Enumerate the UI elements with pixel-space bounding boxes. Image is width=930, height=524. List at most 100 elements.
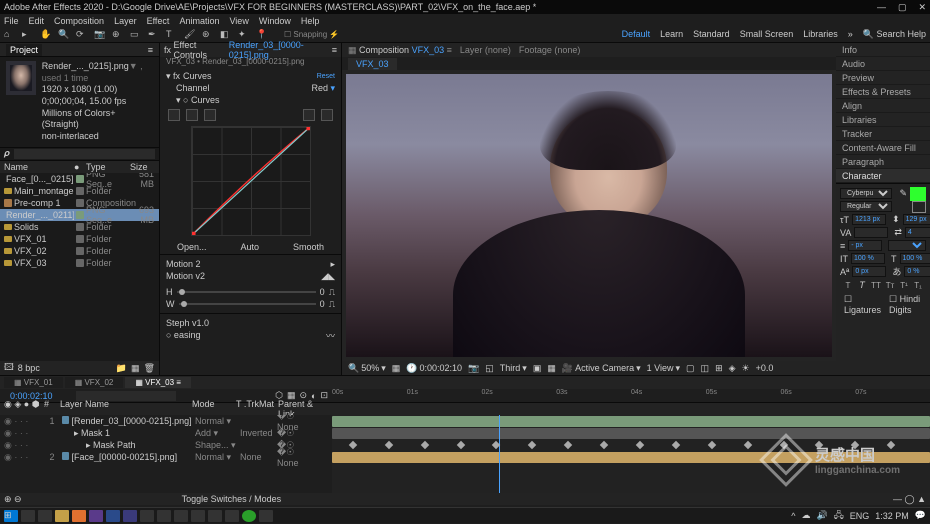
hscale-input[interactable]	[900, 253, 930, 264]
curves-mode1-icon[interactable]	[168, 109, 180, 121]
views-dropdown[interactable]: 1 View ▾	[647, 363, 680, 374]
comp-name-tab[interactable]: VFX_03	[348, 58, 397, 70]
h-slider[interactable]	[177, 291, 316, 293]
steph-effect[interactable]: Steph v1.0	[166, 318, 209, 328]
app4-icon[interactable]	[140, 510, 154, 522]
workspace-more-icon[interactable]: »	[848, 29, 853, 40]
hindi-check[interactable]: ☐ Hindi Digits	[889, 294, 922, 315]
stamp-tool-icon[interactable]: ⊛	[202, 29, 214, 41]
panel-align[interactable]: Align	[836, 99, 930, 113]
keyframe[interactable]	[815, 441, 823, 449]
new-folder-icon[interactable]: 📁	[116, 363, 127, 374]
time-display[interactable]: 🕐 0:00:02:10	[406, 363, 462, 374]
tray-cloud-icon[interactable]: ☁	[801, 510, 810, 521]
curves-pencil-icon[interactable]	[303, 109, 315, 121]
project-item[interactable]: Face_[0..._0215].pngPNG Seq..e581 MB	[0, 173, 159, 185]
kerning-input[interactable]	[854, 227, 888, 238]
panel-preview[interactable]: Preview	[836, 71, 930, 85]
curves-mode3-icon[interactable]	[204, 109, 216, 121]
bold-icon[interactable]: T	[843, 280, 853, 290]
workspace-default[interactable]: Default	[622, 29, 651, 40]
stroke-style[interactable]	[888, 240, 926, 251]
tray-notif-icon[interactable]: 💬	[915, 510, 926, 521]
motion2-menu-icon[interactable]: ▸	[330, 259, 335, 270]
layer-tab[interactable]: Layer (none)	[460, 45, 511, 55]
tl-nav-icon[interactable]: — ◯ ▲	[893, 494, 926, 505]
playhead[interactable]	[499, 415, 500, 493]
timeline-layer[interactable]: ◉ · · ·1 [Render_03_[0000-0215].png]Norm…	[0, 415, 332, 427]
app1-icon[interactable]	[72, 510, 86, 522]
super-icon[interactable]: T¹	[899, 280, 909, 290]
channel-dropdown[interactable]: Red ▾	[311, 83, 335, 94]
sub-icon[interactable]: T₁	[913, 280, 923, 290]
menu-layer[interactable]: Layer	[114, 16, 137, 26]
panel-audio[interactable]: Audio	[836, 57, 930, 71]
timeline-tab[interactable]: ▦ VFX_01	[4, 377, 63, 388]
tray-time[interactable]: 1:32 PM	[875, 511, 909, 521]
timeline-tab[interactable]: ▦ VFX_03 ≡	[125, 377, 191, 388]
explorer-icon[interactable]	[55, 510, 69, 522]
keyframe[interactable]	[636, 441, 644, 449]
tray-vol-icon[interactable]: 🔊	[816, 510, 827, 521]
workspace-small[interactable]: Small Screen	[740, 29, 794, 40]
home-icon[interactable]: ⌂	[4, 29, 16, 41]
tl-zoom-icon[interactable]: ⊕ ⊖	[4, 494, 22, 505]
view3-icon[interactable]: ⊞	[715, 363, 723, 374]
tsume-input[interactable]	[904, 266, 930, 277]
view2-icon[interactable]: ◫	[701, 363, 710, 374]
font-dropdown[interactable]: Cyberpunkies	[840, 188, 892, 199]
fx-toggle-icon[interactable]: ▾ fx	[166, 71, 180, 82]
ae-taskbar-icon[interactable]	[123, 510, 137, 522]
w-slider[interactable]	[179, 303, 316, 305]
exposure-val[interactable]: +0.0	[756, 363, 774, 373]
w-value[interactable]: 0	[320, 299, 325, 309]
camera-tool-icon[interactable]: 📷	[94, 29, 106, 41]
eraser-tool-icon[interactable]: ◧	[220, 29, 232, 41]
col-type[interactable]: Type	[86, 162, 130, 172]
exposure-icon[interactable]: ☀	[742, 363, 750, 374]
workspace-libraries[interactable]: Libraries	[803, 29, 838, 40]
resolution-dropdown[interactable]: Third ▾	[500, 363, 527, 374]
panel-tracker[interactable]: Tracker	[836, 127, 930, 141]
transparency-icon[interactable]: ▦	[547, 363, 556, 374]
stroke-input[interactable]	[848, 240, 882, 251]
tracking-input[interactable]	[905, 227, 930, 238]
snapping-label[interactable]: ☐ Snapping ⚡	[284, 30, 339, 39]
style-dropdown[interactable]: Regular	[840, 201, 892, 212]
workspace-learn[interactable]: Learn	[660, 29, 683, 40]
italic-icon[interactable]: T	[857, 280, 867, 290]
keyframe[interactable]	[600, 441, 608, 449]
keyframe[interactable]	[528, 441, 536, 449]
character-panel-header[interactable]: Character	[836, 169, 930, 183]
curves-graph[interactable]	[191, 126, 311, 236]
bpc-button[interactable]: 8 bpc	[18, 363, 40, 373]
app9-icon[interactable]	[225, 510, 239, 522]
taskview-icon[interactable]	[38, 510, 52, 522]
project-tab[interactable]: Project	[6, 44, 42, 56]
panel-effects-presets[interactable]: Effects & Presets	[836, 85, 930, 99]
menu-file[interactable]: File	[4, 16, 19, 26]
zoom-dropdown[interactable]: 🔍 50% ▾	[348, 363, 386, 374]
col-size[interactable]: Size	[130, 162, 154, 172]
view1-icon[interactable]: ▢	[686, 363, 695, 374]
app5-icon[interactable]	[157, 510, 171, 522]
project-item[interactable]: Render_..._0211].pngPNG Seq..e693 MB	[0, 209, 159, 221]
start-icon[interactable]: ⊞	[4, 510, 18, 522]
menu-composition[interactable]: Composition	[54, 16, 104, 26]
steph-easing[interactable]: ○ easing	[166, 330, 200, 340]
composition-viewer[interactable]	[342, 70, 836, 361]
w-anchor-icon[interactable]: ⎍	[329, 299, 335, 310]
toggle-switches-button[interactable]: Toggle Switches / Modes	[182, 494, 282, 504]
keyframe[interactable]	[564, 441, 572, 449]
timeline-tab[interactable]: ▦ VFX_02	[65, 377, 124, 388]
col-tag[interactable]: ●	[74, 162, 86, 172]
hand-tool-icon[interactable]: ✋	[40, 29, 52, 41]
panel-menu-icon[interactable]: ≡	[148, 45, 153, 55]
app6-icon[interactable]	[174, 510, 188, 522]
curves-effect[interactable]: Curves	[183, 71, 314, 81]
interpret-icon[interactable]: 🖾	[4, 360, 14, 376]
vscale-input[interactable]	[851, 253, 885, 264]
track-layer-1[interactable]	[332, 416, 930, 427]
close-icon[interactable]: ✕	[918, 2, 926, 13]
keyframe[interactable]	[779, 441, 787, 449]
